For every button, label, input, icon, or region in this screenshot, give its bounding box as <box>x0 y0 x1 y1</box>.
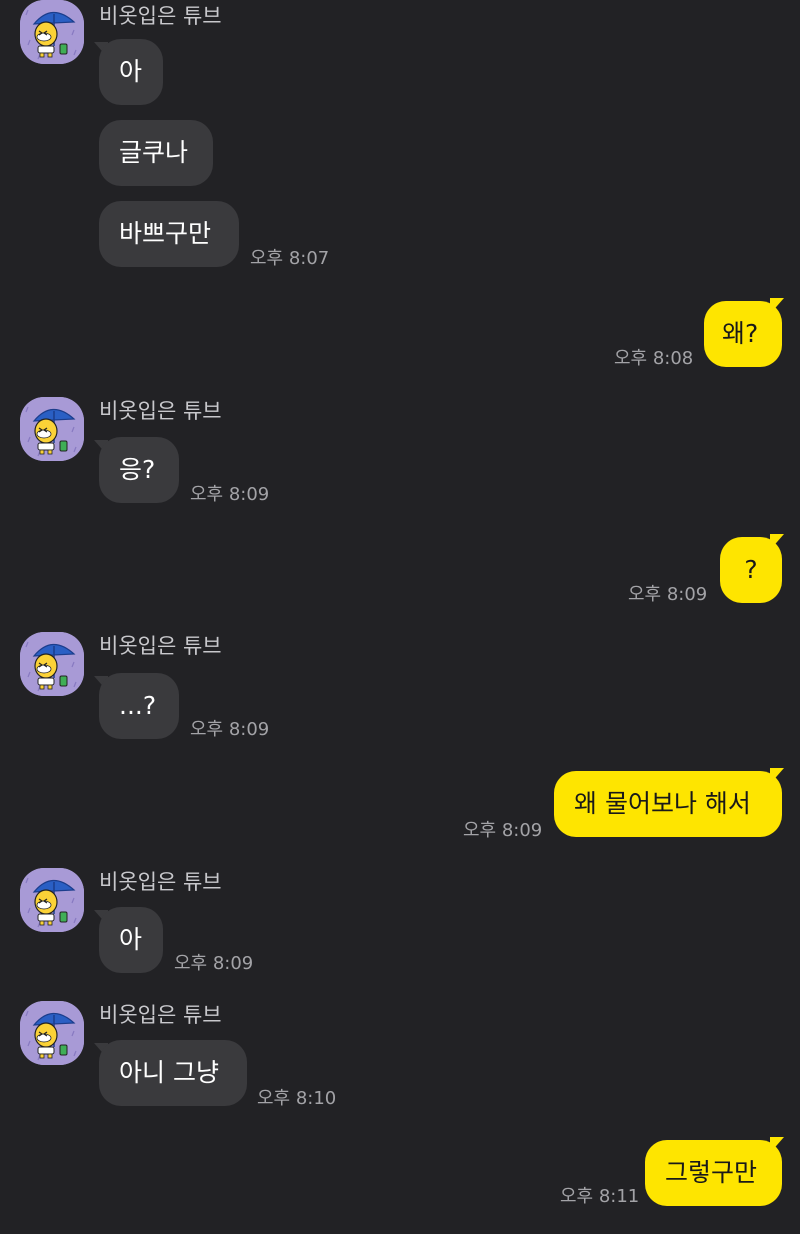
avatar[interactable] <box>20 0 84 64</box>
tube-with-umbrella-icon <box>20 397 84 461</box>
message-bubble-incoming[interactable]: 아니 그냥 <box>99 1040 247 1106</box>
message-timestamp: 오후 8:07 <box>250 248 330 269</box>
tube-with-umbrella-icon <box>20 868 84 932</box>
message-timestamp: 오후 8:10 <box>257 1088 337 1109</box>
avatar[interactable] <box>20 1001 84 1065</box>
message-bubble-incoming[interactable]: ...? <box>99 673 179 739</box>
message-bubble-incoming[interactable]: 아 <box>99 39 163 105</box>
message-bubble-incoming[interactable]: 바쁘구만 <box>99 201 239 267</box>
message-timestamp: 오후 8:11 <box>560 1186 640 1207</box>
message-timestamp: 오후 8:09 <box>190 719 270 740</box>
tube-with-umbrella-icon <box>20 632 84 696</box>
sender-name: 비옷입은 튜브 <box>99 870 222 894</box>
sender-name: 비옷입은 튜브 <box>99 1003 222 1027</box>
message-bubble-incoming[interactable]: 아 <box>99 907 163 973</box>
message-timestamp: 오후 8:08 <box>614 348 694 369</box>
sender-name: 비옷입은 튜브 <box>99 4 222 28</box>
message-bubble-outgoing[interactable]: 그렇구만 <box>645 1140 782 1206</box>
message-timestamp: 오후 8:09 <box>190 484 270 505</box>
bubble-tail <box>770 298 784 314</box>
tube-with-umbrella-icon <box>20 0 84 64</box>
avatar[interactable] <box>20 632 84 696</box>
bubble-tail <box>770 534 784 550</box>
avatar[interactable] <box>20 397 84 461</box>
message-bubble-incoming[interactable]: 응? <box>99 437 179 503</box>
bubble-tail <box>770 1137 784 1153</box>
message-timestamp: 오후 8:09 <box>463 820 543 841</box>
tube-with-umbrella-icon <box>20 1001 84 1065</box>
sender-name: 비옷입은 튜브 <box>99 399 222 423</box>
message-timestamp: 오후 8:09 <box>628 584 708 605</box>
message-timestamp: 오후 8:09 <box>174 953 254 974</box>
sender-name: 비옷입은 튜브 <box>99 634 222 658</box>
bubble-tail <box>770 768 784 784</box>
message-bubble-outgoing[interactable]: 왜 물어보나 해서 <box>554 771 782 837</box>
message-bubble-incoming[interactable]: 글쿠나 <box>99 120 213 186</box>
avatar[interactable] <box>20 868 84 932</box>
